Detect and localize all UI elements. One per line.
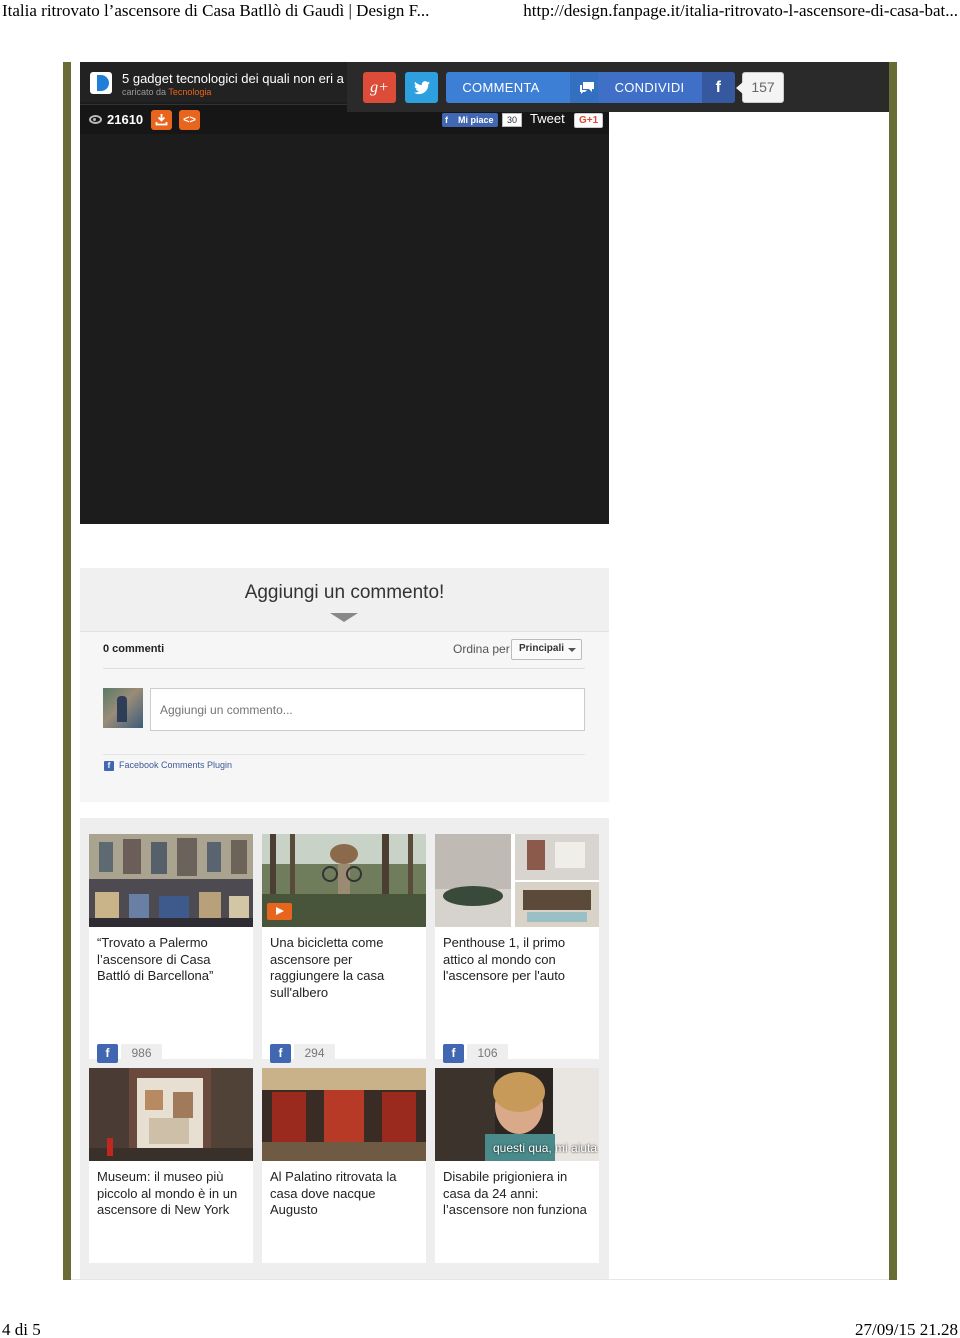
- frame-bottom-border: [71, 1279, 889, 1280]
- related-card[interactable]: Una bicicletta come ascensore per raggiu…: [262, 834, 426, 1063]
- print-header: Italia ritrovato l’ascensore di Casa Bat…: [0, 0, 960, 24]
- related-card[interactable]: Museum: il museo più piccolo al mondo è …: [89, 1068, 253, 1263]
- share-count: 157: [736, 72, 784, 103]
- related-articles: “Trovato a Palermo l’ascensore di Casa B…: [80, 818, 609, 1279]
- facebook-icon[interactable]: f: [270, 1044, 291, 1063]
- gplus-share-button[interactable]: g+: [363, 72, 396, 103]
- eye-icon: [89, 115, 102, 124]
- fanpage-logo-icon[interactable]: [90, 72, 112, 94]
- print-page-number: 4 di 5: [2, 1320, 41, 1338]
- share-count: 106: [467, 1044, 508, 1063]
- video-title-text: 5 gadget tecnologici dei quali non eri a: [122, 71, 344, 86]
- facebook-icon: f: [702, 72, 735, 103]
- comment-input[interactable]: [150, 688, 585, 731]
- divider: [103, 668, 585, 669]
- card-thumbnail: [89, 834, 253, 927]
- card-thumbnail: [435, 834, 599, 927]
- card-title[interactable]: “Trovato a Palermo l’ascensore di Casa B…: [97, 935, 247, 985]
- twitter-share-button[interactable]: [405, 72, 438, 103]
- video-player[interactable]: 5 gadget tecnologici dei quali non eri a…: [80, 62, 609, 524]
- card-title[interactable]: Una bicicletta come ascensore per raggiu…: [270, 935, 420, 1001]
- video-uploader: caricato da Tecnologia: [122, 87, 211, 97]
- share-button[interactable]: CONDIVIDI f: [598, 72, 735, 103]
- comment-button-label: COMMENTA: [462, 80, 540, 95]
- card-title[interactable]: Al Palatino ritrovata la casa dove nacqu…: [270, 1169, 420, 1219]
- like-label: Mi piace: [458, 115, 494, 125]
- order-by-value: Principali: [519, 643, 565, 654]
- print-date: 27/09/15 21.28: [855, 1320, 958, 1338]
- comment-count: 0 commenti: [103, 643, 165, 655]
- card-thumbnail: [89, 1068, 253, 1161]
- chevron-down-icon: [330, 613, 358, 622]
- facebook-icon: f: [104, 761, 114, 771]
- order-by-select[interactable]: Principali: [511, 639, 582, 660]
- share-bar: g+ COMMENTA CONDIVIDI f 157: [347, 62, 889, 112]
- gplus-one-button[interactable]: G+1: [574, 113, 604, 128]
- facebook-comments-box: 0 commenti Ordina per Principali f Faceb…: [80, 631, 609, 802]
- download-icon[interactable]: [151, 110, 172, 130]
- video-caption: questi qua, mi aiuta: [493, 1141, 598, 1155]
- card-thumbnail: [262, 1068, 426, 1161]
- view-count: 21610: [107, 112, 144, 127]
- print-footer: 4 di 5 27/09/15 21.28: [0, 1320, 960, 1338]
- gplus-icon: g+: [370, 79, 389, 96]
- card-title[interactable]: Penthouse 1, il primo attico al mondo co…: [443, 935, 593, 985]
- share-count: 986: [121, 1044, 162, 1063]
- share-button-label: CONDIVIDI: [614, 80, 685, 95]
- play-icon[interactable]: [267, 903, 292, 920]
- comment-button[interactable]: COMMENTA: [446, 72, 603, 103]
- frame-left-border: [63, 62, 71, 1280]
- share-count: 294: [294, 1044, 335, 1063]
- related-card[interactable]: “Trovato a Palermo l’ascensore di Casa B…: [89, 834, 253, 1063]
- print-page-title: Italia ritrovato l’ascensore di Casa Bat…: [2, 1, 430, 20]
- facebook-comments-plugin-link[interactable]: Facebook Comments Plugin: [119, 760, 232, 770]
- embed-icon[interactable]: <>: [179, 110, 200, 130]
- order-by-label: Ordina per: [453, 642, 510, 656]
- card-thumbnail: [262, 834, 426, 927]
- frame-right-border: [889, 62, 897, 1280]
- tweet-button[interactable]: Tweet: [530, 111, 565, 126]
- related-card[interactable]: questi qua, mi aiuta Disabile prigionier…: [435, 1068, 599, 1263]
- related-card[interactable]: Al Palatino ritrovata la casa dove nacqu…: [262, 1068, 426, 1263]
- comments-section: Aggiungi un commento! 0 commenti Ordina …: [80, 568, 609, 802]
- related-card[interactable]: Penthouse 1, il primo attico al mondo co…: [435, 834, 599, 1063]
- facebook-icon[interactable]: f: [443, 1044, 464, 1063]
- card-title[interactable]: Disabile prigioniera in casa da 24 anni:…: [443, 1169, 593, 1219]
- divider: [103, 754, 585, 755]
- caret-down-icon: [568, 648, 576, 652]
- card-thumbnail: questi qua, mi aiuta: [435, 1068, 599, 1161]
- comments-heading: Aggiungi un commento!: [244, 582, 445, 603]
- video-category-link[interactable]: Tecnologia: [168, 87, 211, 97]
- card-title[interactable]: Museum: il museo più piccolo al mondo è …: [97, 1169, 247, 1219]
- print-page-url: http://design.fanpage.it/italia-ritrovat…: [523, 1, 958, 20]
- uploaded-by-label: caricato da: [122, 87, 167, 97]
- twitter-icon: [413, 81, 430, 95]
- facebook-like-button[interactable]: Mi piace: [442, 113, 498, 127]
- facebook-icon[interactable]: f: [97, 1044, 118, 1063]
- like-count: 30: [502, 113, 523, 127]
- user-avatar: [103, 688, 143, 728]
